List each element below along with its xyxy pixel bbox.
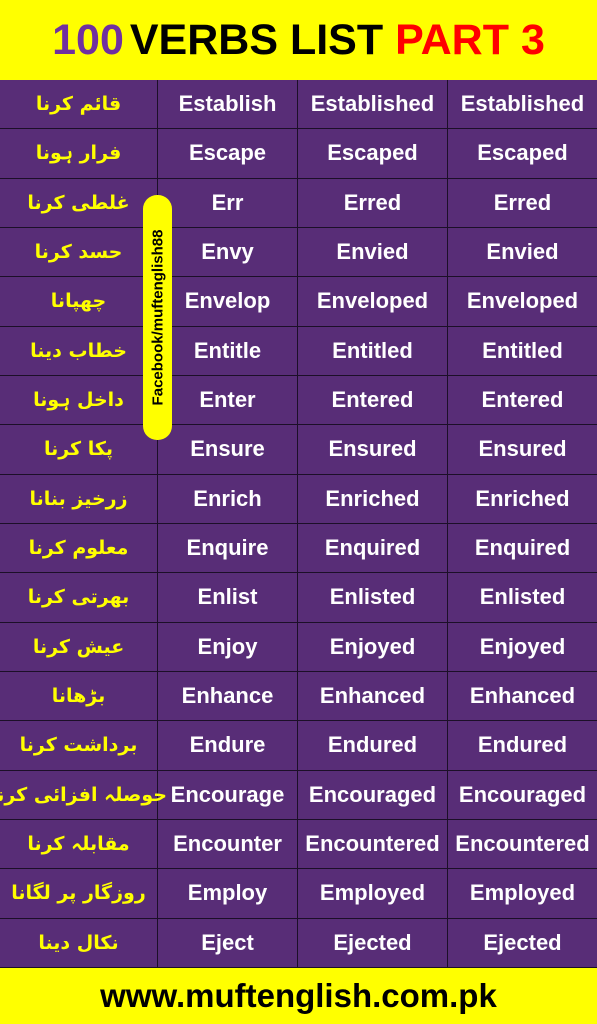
- table-row: نکال دینا Eject Ejected Ejected: [0, 918, 597, 968]
- base-form-cell: Enlist: [158, 573, 298, 622]
- title-part: PART 3: [395, 15, 545, 64]
- table-row: مقابلہ کرنا Encounter Encountered Encounter…: [0, 819, 597, 870]
- base-form-cell: Envelop: [158, 277, 298, 326]
- past-participle-cell: Enjoyed: [479, 633, 566, 659]
- base-form-cell: Eject: [158, 918, 298, 967]
- base-form-cell: Endure: [158, 721, 298, 770]
- table-row: بڑھانا Enhance Enhanced Enhanced: [0, 671, 597, 722]
- base-form-cell: Establish: [158, 80, 298, 129]
- past-form-cell: Enjoyed: [298, 622, 448, 671]
- facebook-tag: Facebook/muftenglish88: [143, 195, 172, 440]
- past-participle-cell: Enveloped: [466, 288, 579, 314]
- base-form-cell: Ensure: [158, 425, 298, 474]
- past-participle-cell: Entered: [481, 387, 564, 413]
- past-form-cell: Ensured: [298, 425, 448, 474]
- urdu-meaning-cell: حوصلہ افزائی کرنا: [0, 770, 167, 819]
- base-form-cell: Enjoy: [158, 622, 298, 671]
- past-participle-cell: Established: [460, 91, 585, 117]
- facebook-tag-text: Facebook/muftenglish88: [149, 229, 166, 406]
- past-participle-cell: Ensured: [478, 436, 567, 462]
- base-form-cell: Encourage: [158, 770, 298, 819]
- urdu-meaning-cell: پکا کرنا: [0, 425, 158, 474]
- past-participle-cell: Encouraged: [458, 781, 587, 807]
- base-form-cell: Err: [158, 178, 298, 227]
- past-form-cell: Employed: [298, 869, 448, 918]
- past-form-cell: Enhanced: [298, 671, 448, 721]
- urdu-meaning-cell: قائم کرنا: [0, 80, 158, 129]
- title-number: 100: [52, 15, 124, 64]
- urdu-meaning-cell: بڑھانا: [0, 671, 158, 721]
- website-link[interactable]: www.muftenglish.com.pk: [100, 977, 497, 1015]
- urdu-meaning-cell: زرخیز بنانا: [0, 474, 158, 523]
- urdu-meaning-cell: برداشت کرنا: [0, 721, 158, 770]
- footer-website: www.muftenglish.com.pk: [0, 968, 597, 1024]
- past-participle-cell: Enhanced: [469, 683, 576, 709]
- past-form-cell: Enquired: [298, 523, 448, 573]
- past-participle-cell: Employed: [469, 880, 576, 906]
- base-form-cell: Entitle: [158, 326, 298, 375]
- urdu-meaning-cell: نکال دینا: [0, 918, 158, 967]
- urdu-meaning-cell: چھپانا: [0, 277, 158, 326]
- base-form-cell: Enrich: [158, 474, 298, 523]
- table-row: خطاب دینا Entitle Entitled Entitled: [0, 326, 597, 376]
- past-form-cell: Endured: [298, 721, 448, 770]
- table-row: چھپانا Envelop Enveloped Enveloped: [0, 277, 597, 327]
- past-form-cell: Entitled: [298, 326, 448, 375]
- past-form-cell: Envied: [298, 227, 448, 277]
- urdu-meaning-cell: خطاب دینا: [0, 326, 158, 375]
- past-form-cell: Escaped: [298, 129, 448, 178]
- base-form-cell: Enter: [158, 375, 298, 425]
- table-row: عیش کرنا Enjoy Enjoyed Enjoyed: [0, 622, 597, 672]
- table-row: معلوم کرنا Enquire Enquired Enquired: [0, 523, 597, 574]
- past-participle-cell: Escaped: [477, 140, 568, 166]
- table-row: داخل ہونا Enter Entered Entered: [0, 375, 597, 426]
- table-row: قائم کرنا Establish Established Established: [0, 80, 597, 130]
- verbs-table: قائم کرنا Establish Established Established…: [0, 80, 597, 968]
- base-form-cell: Enquire: [158, 523, 298, 573]
- table-row: برداشت کرنا Endure Endured Endured: [0, 721, 597, 771]
- past-participle-cell: Enlisted: [479, 584, 566, 610]
- past-form-cell: Enveloped: [298, 277, 448, 326]
- past-form-cell: Established: [298, 80, 448, 129]
- past-participle-cell: Erred: [493, 189, 552, 215]
- table-row: بھرتی کرنا Enlist Enlisted Enlisted: [0, 573, 597, 623]
- table-row: روزگار پر لگانا Employ Employed Employed: [0, 869, 597, 919]
- past-form-cell: Encountered: [298, 819, 448, 869]
- base-form-cell: Escape: [158, 129, 298, 178]
- urdu-meaning-cell: فرار ہونا: [0, 129, 158, 178]
- past-form-cell: Erred: [298, 178, 448, 227]
- past-participle-cell: Envied: [486, 239, 559, 265]
- urdu-meaning-cell: عیش کرنا: [0, 622, 158, 671]
- title-main: VERBS LIST: [129, 15, 384, 64]
- urdu-meaning-cell: داخل ہونا: [0, 375, 158, 425]
- table-row: زرخیز بنانا Enrich Enriched Enriched: [0, 474, 597, 524]
- past-participle-cell: Enriched: [475, 485, 570, 511]
- base-form-cell: Employ: [158, 869, 298, 918]
- past-participle-cell: Encountered: [455, 831, 590, 857]
- past-form-cell: Enriched: [298, 474, 448, 523]
- urdu-meaning-cell: حسد کرنا: [0, 227, 158, 277]
- past-form-cell: Entered: [298, 375, 448, 425]
- table-row: فرار ہونا Escape Escaped Escaped: [0, 129, 597, 179]
- past-participle-cell: Ejected: [483, 929, 562, 955]
- urdu-meaning-cell: معلوم کرنا: [0, 523, 158, 573]
- table-row: پکا کرنا Ensure Ensured Ensured: [0, 425, 597, 475]
- past-participle-cell: Endured: [477, 732, 568, 758]
- past-participle-cell: Enquired: [474, 535, 571, 561]
- page-title: 100 VERBS LIST PART 3: [0, 0, 597, 80]
- urdu-meaning-cell: غلطی کرنا: [0, 178, 158, 227]
- past-form-cell: Encouraged: [298, 770, 448, 819]
- past-form-cell: Ejected: [298, 918, 448, 967]
- urdu-meaning-cell: مقابلہ کرنا: [0, 819, 158, 869]
- table-row: حوصلہ افزائی کرنا Encourage Encouraged Enco…: [0, 770, 597, 820]
- table-row: حسد کرنا Envy Envied Envied: [0, 227, 597, 278]
- table-row: غلطی کرنا Err Erred Erred: [0, 178, 597, 228]
- base-form-cell: Encounter: [158, 819, 298, 869]
- past-participle-cell: Entitled: [482, 337, 563, 363]
- urdu-meaning-cell: روزگار پر لگانا: [0, 869, 158, 918]
- urdu-meaning-cell: بھرتی کرنا: [0, 573, 158, 622]
- past-form-cell: Enlisted: [298, 573, 448, 622]
- base-form-cell: Envy: [158, 227, 298, 277]
- base-form-cell: Enhance: [158, 671, 298, 721]
